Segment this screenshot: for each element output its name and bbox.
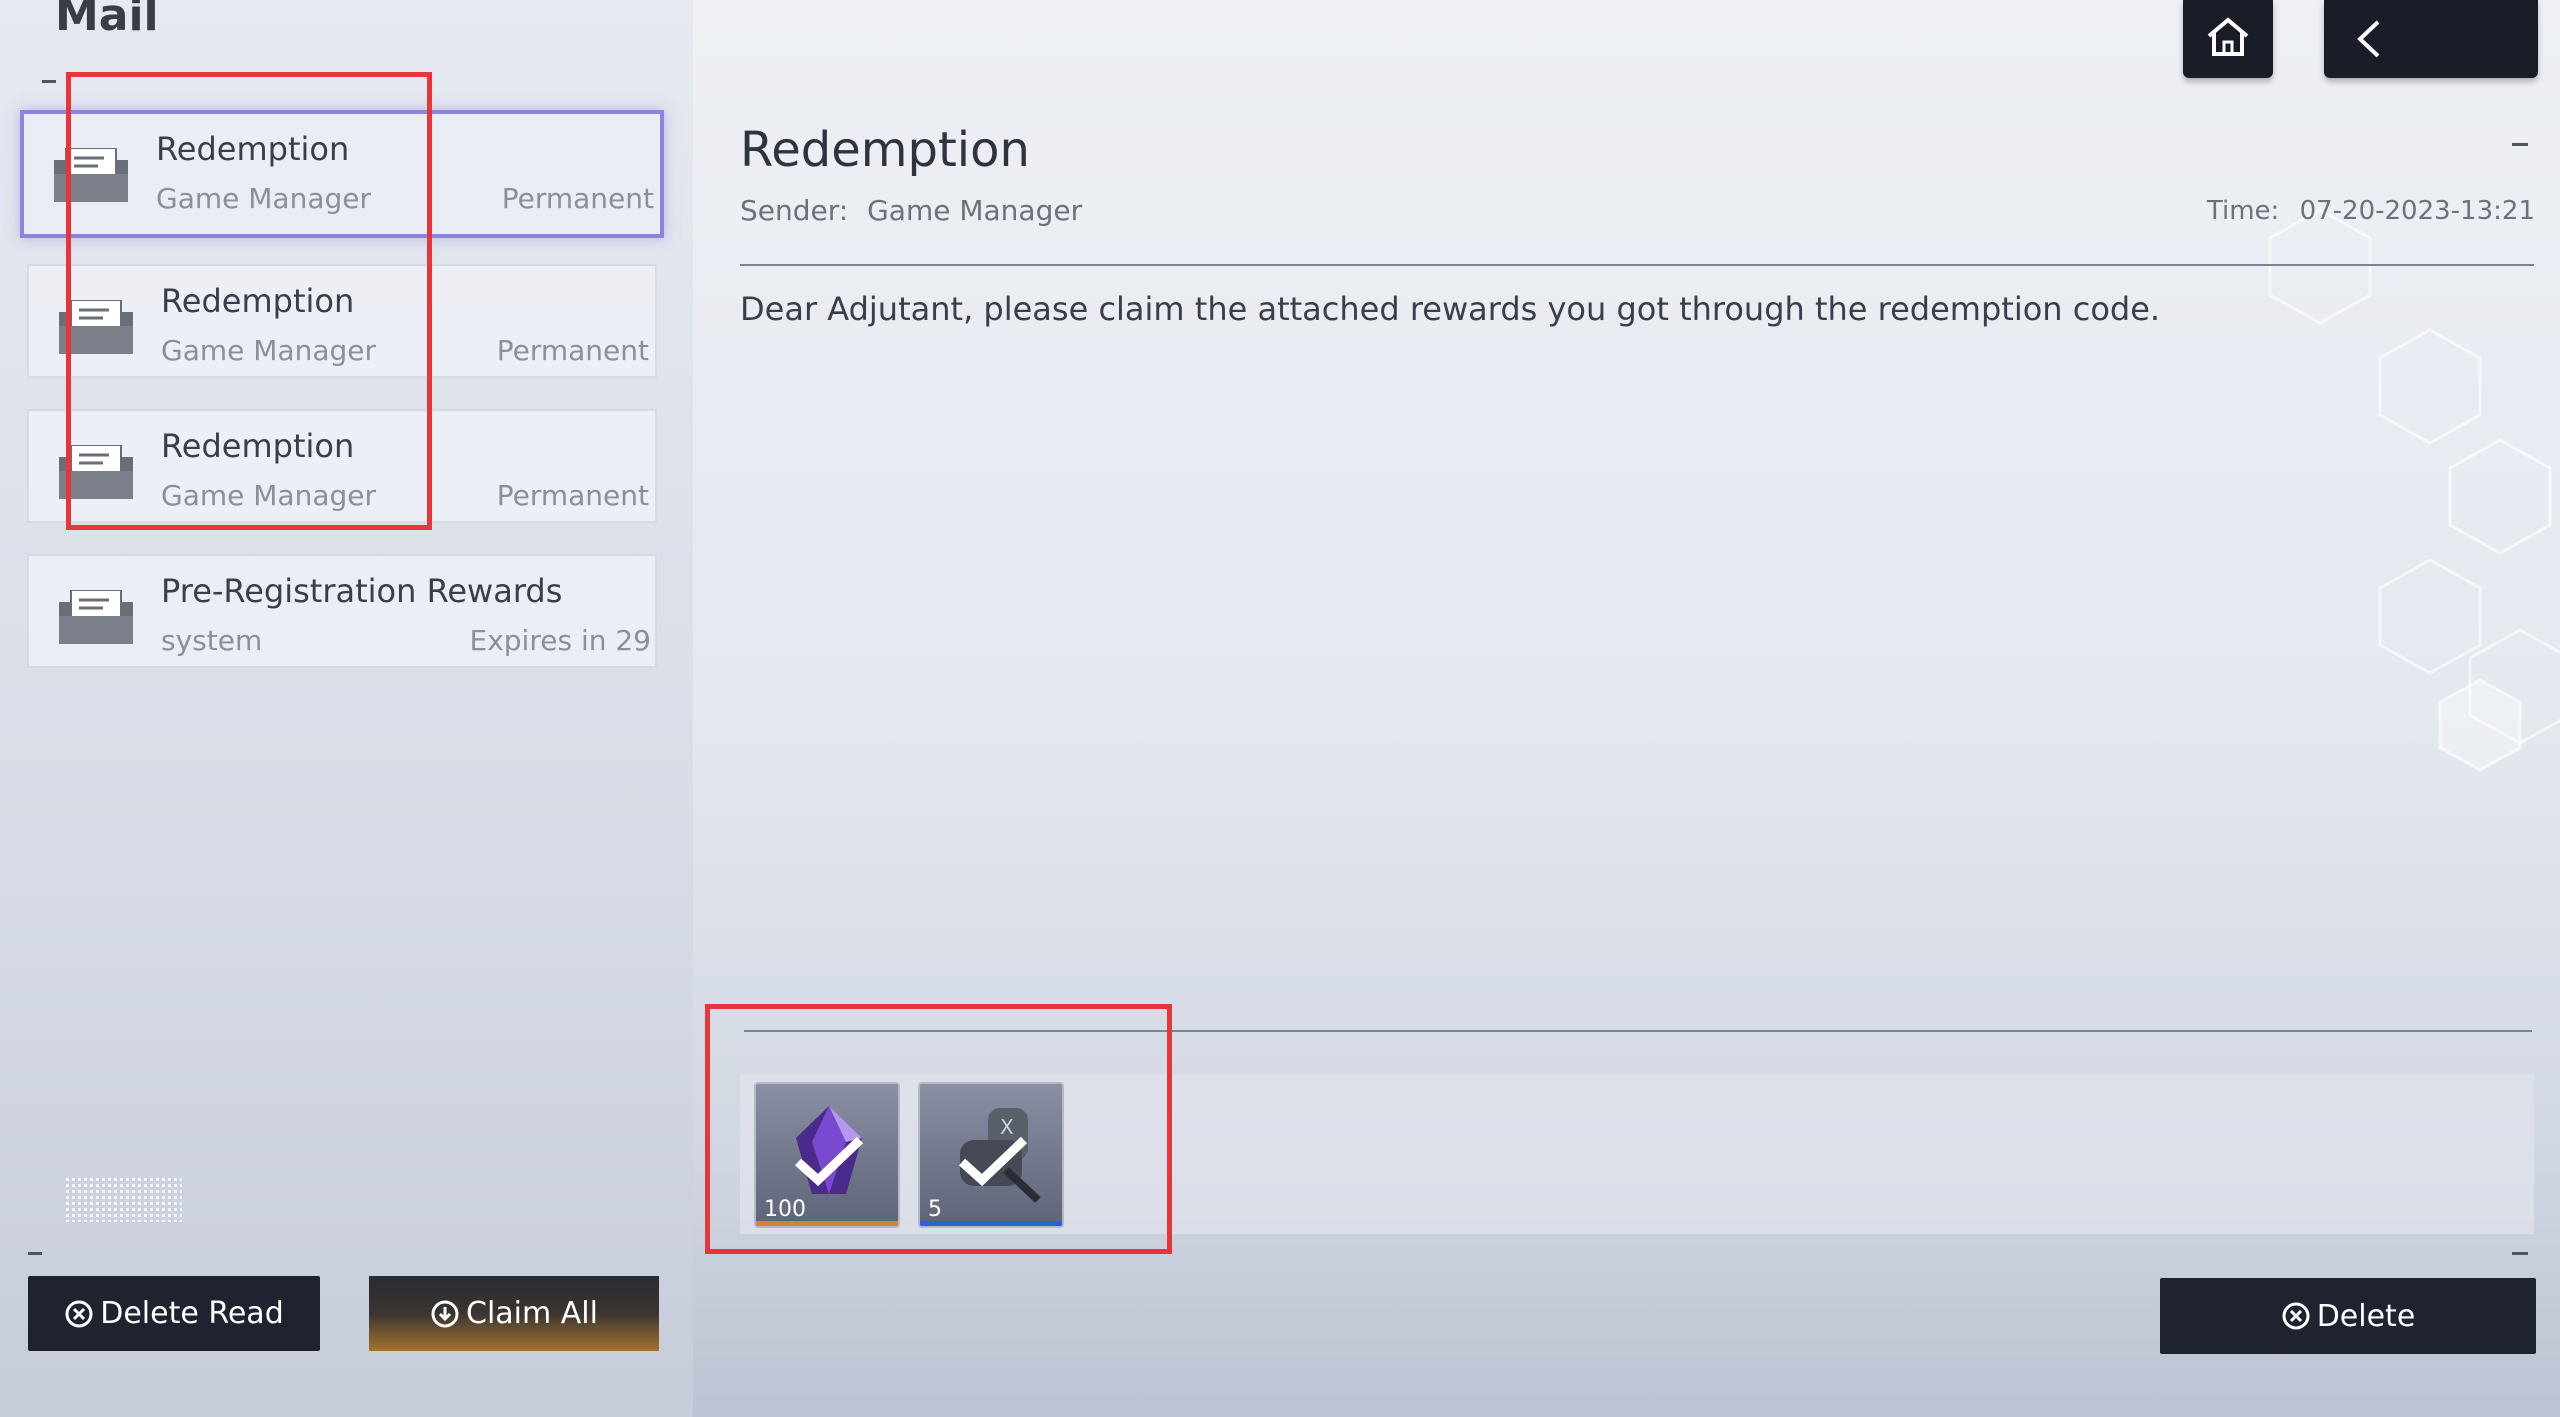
mail-detail-sender: Sender: Game Manager: [740, 194, 1082, 227]
mail-expiry: Expires in 29: [469, 624, 651, 657]
divider: [2512, 1252, 2528, 1255]
back-arrow-icon: [2357, 20, 2380, 58]
delete-button[interactable]: Delete: [2160, 1278, 2536, 1354]
home-icon: [2207, 17, 2249, 56]
claim-all-label: Claim All: [466, 1296, 598, 1331]
divider: [2512, 143, 2528, 146]
close-circle-icon: [2282, 1302, 2310, 1330]
mail-subject: Pre-Registration Rewards: [161, 572, 563, 610]
page-title: Mail: [55, 0, 159, 41]
dot-grid-decoration: [66, 1178, 182, 1222]
highlight-box: [705, 1004, 1172, 1254]
mail-detail-time: Time: 07-20-2023-13:21: [2207, 196, 2535, 226]
mail-item[interactable]: Pre-Registration Rewards system Expires …: [27, 554, 657, 668]
close-circle-icon: [65, 1300, 93, 1327]
mail-expiry: Permanent: [496, 479, 649, 512]
claim-all-button[interactable]: Claim All: [369, 1276, 659, 1351]
delete-read-button[interactable]: Delete Read: [28, 1276, 320, 1351]
home-button[interactable]: [2183, 0, 2273, 78]
delete-read-label: Delete Read: [100, 1296, 284, 1331]
delete-label: Delete: [2316, 1298, 2416, 1334]
time-value: 07-20-2023-13:21: [2299, 196, 2535, 226]
header-divider: [740, 264, 2534, 266]
divider: [42, 80, 56, 83]
mail-envelope-icon: [59, 590, 133, 644]
sender-value: Game Manager: [867, 194, 1083, 227]
mail-expiry: Permanent: [501, 182, 654, 215]
hexagon-decoration: [2268, 208, 2560, 772]
highlight-box: [66, 72, 432, 530]
mail-sender: system: [161, 624, 263, 657]
mail-detail-title: Redemption: [740, 122, 1030, 178]
mail-expiry: Permanent: [496, 334, 649, 367]
download-circle-icon: [431, 1300, 459, 1327]
sender-label: Sender:: [740, 194, 849, 227]
time-label: Time:: [2206, 196, 2280, 226]
divider: [28, 1252, 42, 1255]
mail-body-text: Dear Adjutant, please claim the attached…: [740, 290, 2161, 328]
back-button[interactable]: [2324, 0, 2538, 78]
